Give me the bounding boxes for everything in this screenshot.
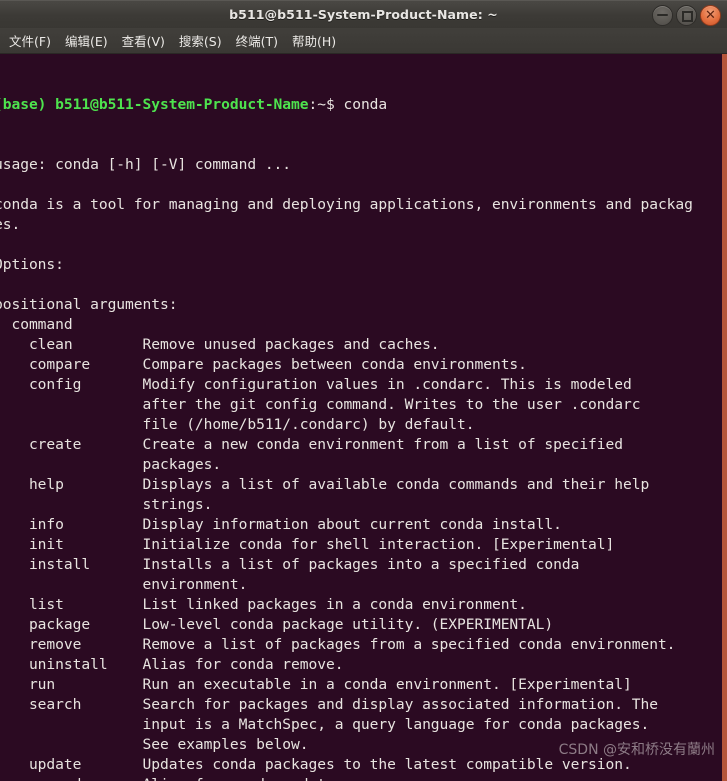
terminal-line: remove Remove a list of packages from a … [0, 636, 676, 653]
terminal-line: input is a MatchSpec, a query language f… [0, 716, 650, 733]
menubar: 文件(F) 编辑(E) 查看(V) 搜索(S) 终端(T) 帮助(H) [0, 28, 727, 54]
close-icon: ✕ [705, 7, 716, 23]
terminal-body: usage: conda [-h] [-V] command ... conda … [0, 155, 727, 781]
terminal-line: after the git config command. Writes to … [0, 396, 641, 413]
terminal-line: upgrade Alias for conda update. [0, 775, 727, 781]
terminal-line: positional arguments: [0, 296, 178, 313]
window-right-edge [722, 54, 727, 781]
terminal-line: info Display information about current c… [0, 516, 562, 533]
terminal-line: strings. [0, 496, 213, 513]
terminal-line: create Create a new conda environment fr… [0, 436, 624, 453]
window-titlebar: b511@b511-System-Product-Name: ~ ✕ [0, 0, 727, 28]
menu-item-terminal[interactable]: 终端(T) [229, 29, 285, 52]
maximize-button[interactable] [676, 4, 697, 26]
minimize-button[interactable] [652, 4, 673, 26]
terminal-line: packages. [0, 456, 222, 473]
terminal-line: init Initialize conda for shell interact… [0, 536, 615, 553]
prompt-path: :~$ [308, 96, 344, 113]
terminal-line: environment. [0, 576, 248, 593]
prompt-command: conda [343, 96, 388, 113]
minimize-icon [657, 14, 668, 16]
prompt-line: (base) b511@b511-System-Product-Name:~$ … [0, 95, 727, 115]
maximize-icon [682, 10, 693, 22]
terminal-line: See examples below. [0, 736, 309, 753]
terminal-line: Options: [0, 256, 64, 273]
terminal-line: list List linked packages in a conda env… [0, 596, 527, 613]
terminal-line: run Run an executable in a conda environ… [0, 676, 632, 693]
window-title: b511@b511-System-Product-Name: ~ [229, 7, 498, 22]
terminal-window: b511@b511-System-Product-Name: ~ ✕ 文件(F)… [0, 0, 727, 781]
close-button[interactable]: ✕ [700, 4, 721, 26]
terminal-line: conda is a tool for managing and deployi… [0, 196, 693, 213]
terminal-line: file (/home/b511/.condarc) by default. [0, 416, 475, 433]
terminal-output[interactable]: (base) b511@b511-System-Product-Name:~$ … [0, 55, 727, 781]
window-controls: ✕ [652, 1, 721, 29]
terminal-viewport[interactable]: (base) b511@b511-System-Product-Name:~$ … [0, 54, 727, 781]
menu-item-search[interactable]: 搜索(S) [172, 29, 229, 52]
menu-item-view[interactable]: 查看(V) [115, 29, 172, 52]
terminal-line: help Displays a list of available conda … [0, 476, 650, 493]
terminal-line: config Modify configuration values in .c… [0, 376, 632, 393]
prompt-env: (base) [0, 96, 56, 113]
terminal-line: search Search for packages and display a… [0, 696, 658, 713]
prompt-user-host: b511@b511-System-Product-Name [55, 96, 309, 113]
terminal-line: install Installs a list of packages into… [0, 556, 580, 573]
menu-item-edit[interactable]: 编辑(E) [58, 29, 115, 52]
terminal-line: compare Compare packages between conda e… [0, 356, 527, 373]
terminal-line: clean Remove unused packages and caches. [0, 336, 440, 353]
terminal-line: package Low-level conda package utility.… [0, 616, 554, 633]
terminal-line: uninstall Alias for conda remove. [0, 656, 344, 673]
terminal-line: usage: conda [-h] [-V] command ... [0, 156, 292, 173]
terminal-line: update Updates conda packages to the lat… [0, 756, 632, 773]
terminal-line: command [0, 316, 73, 333]
menu-item-file[interactable]: 文件(F) [2, 29, 58, 52]
terminal-line: es. [0, 216, 21, 233]
menu-item-help[interactable]: 帮助(H) [285, 29, 343, 52]
